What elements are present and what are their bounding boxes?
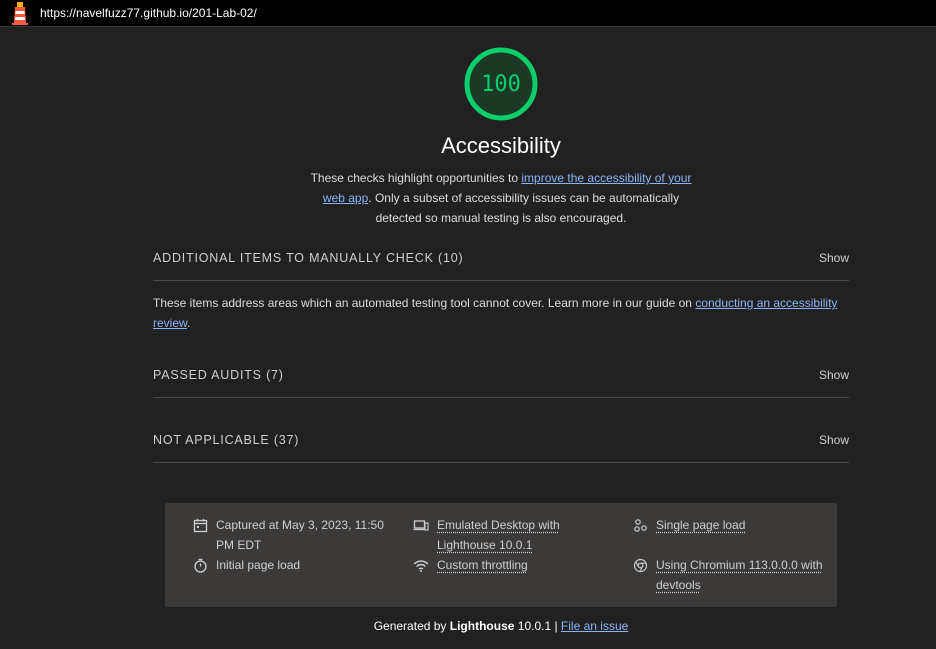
single-page-load[interactable]: Single page load — [633, 515, 833, 535]
manual-text-end: . — [187, 316, 190, 330]
show-toggle[interactable]: Show — [819, 368, 849, 382]
group-title: ADDITIONAL ITEMS TO MANUALLY CHECK (10) — [153, 251, 463, 265]
captured-time: Captured at May 3, 2023, 11:50 PM EDT — [193, 515, 393, 555]
wifi-icon — [413, 558, 429, 573]
runtime-settings: Captured at May 3, 2023, 11:50 PM EDT In… — [165, 503, 837, 607]
group-title: PASSED AUDITS (7) — [153, 368, 284, 382]
score-value: 100 — [464, 47, 538, 121]
group-title: NOT APPLICABLE (37) — [153, 433, 299, 447]
chromium-text[interactable]: Using Chromium 113.0.0.0 with devtools — [656, 555, 833, 595]
divider — [153, 397, 849, 398]
file-issue-link[interactable]: File an issue — [561, 619, 628, 633]
initial-page-load: Initial page load — [193, 555, 393, 575]
category-title: Accessibility — [0, 133, 936, 159]
manual-check-description: These items address areas which an autom… — [153, 293, 849, 333]
category-description: These checks highlight opportunities to … — [303, 168, 699, 228]
group-not-applicable[interactable]: NOT APPLICABLE (37) Show — [153, 430, 849, 450]
show-toggle[interactable]: Show — [819, 433, 849, 447]
group-passed-audits[interactable]: PASSED AUDITS (7) Show — [153, 365, 849, 385]
description-text-end: . Only a subset of accessibility issues … — [368, 191, 679, 225]
address-bar: https://navelfuzz77.github.io/201-Lab-02… — [0, 0, 936, 27]
show-toggle[interactable]: Show — [819, 251, 849, 265]
group-manual-check[interactable]: ADDITIONAL ITEMS TO MANUALLY CHECK (10) … — [153, 248, 849, 268]
throttling-text[interactable]: Custom throttling — [437, 555, 528, 575]
tool-name: Lighthouse — [450, 619, 515, 633]
captured-text: Captured at May 3, 2023, 11:50 PM EDT — [216, 515, 393, 555]
emulated-device[interactable]: Emulated Desktop with Lighthouse 10.0.1 — [413, 515, 593, 555]
throttling[interactable]: Custom throttling — [413, 555, 593, 575]
lighthouse-logo-icon — [10, 1, 30, 25]
laptop-icon — [413, 518, 429, 533]
calendar-icon — [193, 518, 208, 533]
chrome-icon — [633, 558, 648, 573]
stopwatch-icon — [193, 558, 208, 573]
page-url[interactable]: https://navelfuzz77.github.io/201-Lab-02… — [40, 6, 257, 20]
manual-text: These items address areas which an autom… — [153, 296, 695, 310]
single-load-text[interactable]: Single page load — [656, 515, 745, 535]
tool-version: 10.0.1 | — [514, 619, 560, 633]
description-text: These checks highlight opportunities to — [311, 171, 522, 185]
browser-version[interactable]: Using Chromium 113.0.0.0 with devtools — [633, 555, 833, 595]
divider — [153, 280, 849, 281]
divider — [153, 462, 849, 463]
people-icon — [633, 518, 648, 533]
initial-load-text: Initial page load — [216, 555, 300, 575]
generated-by-text: Generated by — [374, 619, 450, 633]
emulated-text[interactable]: Emulated Desktop with Lighthouse 10.0.1 — [437, 515, 593, 555]
footer: Generated by Lighthouse 10.0.1 | File an… — [0, 619, 936, 633]
